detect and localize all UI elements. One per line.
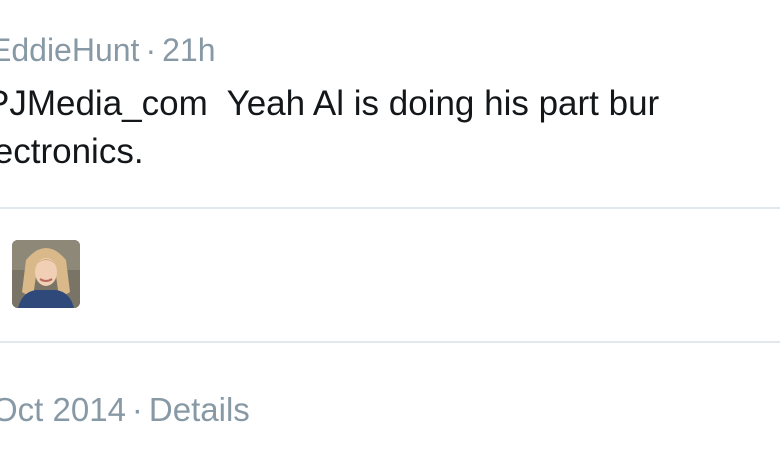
details-link[interactable]: Details — [149, 391, 250, 428]
tweet-timestamp[interactable]: 21h — [162, 32, 215, 68]
tweet-text-line-1: PJMedia_com Yeah Al is doing his part bu… — [0, 80, 780, 128]
tweet-date: Oct 2014 — [0, 391, 126, 428]
tweet-text-line-2: lectronics. — [0, 132, 144, 171]
username-link[interactable]: EddieHunt — [0, 32, 139, 68]
header-separator: · — [145, 32, 157, 68]
tweet-text: PJMedia_com Yeah Al is doing his part bu… — [0, 80, 780, 176]
avatar-image — [12, 240, 80, 308]
user-avatar-icon[interactable] — [12, 240, 80, 308]
mention-link[interactable]: PJMedia_com — [0, 84, 208, 123]
tweet-footer: Oct 2014 · Details — [0, 388, 250, 432]
tweet-text-body: Yeah Al is doing his part bur — [207, 84, 660, 123]
divider-top — [0, 207, 780, 209]
tweet-header: EddieHunt · 21h — [0, 28, 215, 72]
footer-separator: · — [131, 391, 143, 428]
divider-bottom — [0, 341, 780, 343]
